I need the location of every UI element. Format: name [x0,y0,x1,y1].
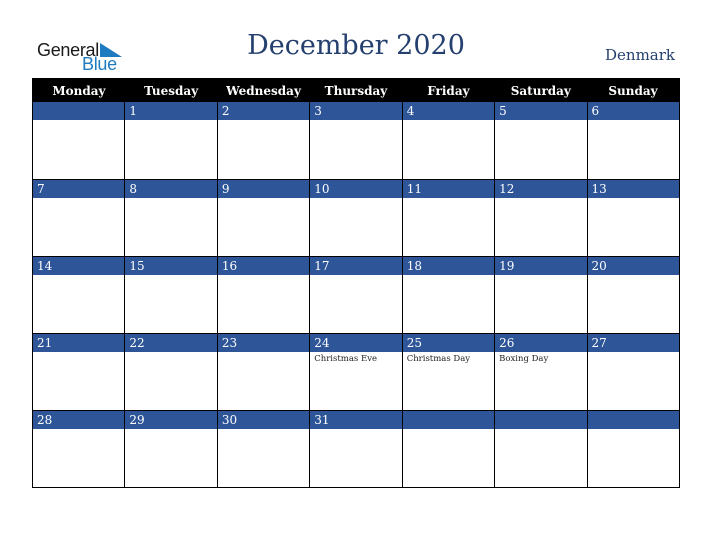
calendar-day-cell[interactable]: 12 [494,178,588,256]
calendar-day-cell[interactable]: 9 [216,178,310,256]
weekday-header: Thursday [309,78,403,102]
day-number: 7 [33,179,125,198]
weekday-header: Saturday [494,78,588,102]
calendar-week-row: 123456 [33,102,680,179]
day-number: 13 [587,179,679,198]
calendar-week-row: 14 15 16 17 18 19 20 [32,255,680,333]
day-number: 22 [125,333,217,352]
calendar-day-cell[interactable] [33,102,125,179]
weekday-header: Monday [32,78,125,102]
day-number: 17 [310,256,402,275]
calendar-day-cell[interactable]: 14 [32,255,125,333]
calendar-day-cell[interactable]: 18 [401,255,495,333]
calendar-day-cell[interactable]: 15 [124,255,218,333]
calendar-day-cell[interactable]: 30 [216,409,310,487]
day-number: 28 [33,410,125,429]
calendar-day-cell[interactable]: 5 [494,102,588,179]
day-number: 3 [310,102,402,120]
calendar-grid: Monday Tuesday Wednesday Thursday Friday… [32,78,680,488]
weekday-header: Tuesday [124,78,218,102]
calendar-day-cell[interactable]: 26 Boxing Day [494,332,588,410]
day-number: 30 [217,410,310,429]
calendar-day-cell[interactable]: 17 [309,255,403,333]
calendar-day-cell[interactable]: 21 [32,332,125,410]
holiday-label: Boxing Day [499,353,549,364]
calendar-day-cell[interactable]: 16 [216,255,310,333]
calendar-week-row: 28 29 30 31 [32,409,680,487]
calendar-day-cell[interactable]: 7 [32,178,125,256]
day-number [495,410,587,429]
calendar-day-cell[interactable]: 3 [309,102,403,179]
day-number: 23 [217,333,310,352]
day-number: 25 [402,333,495,352]
calendar-day-cell[interactable] [401,409,495,487]
calendar-day-cell[interactable]: 2 [216,102,310,179]
day-number: 5 [495,102,587,120]
day-number: 24 [310,333,402,352]
day-number: 10 [310,179,402,198]
calendar-day-cell[interactable]: 22 [124,332,218,410]
holiday-label: Christmas Eve [314,353,378,364]
day-number: 4 [402,102,495,120]
calendar-day-cell[interactable]: 20 [586,255,680,333]
calendar-day-cell[interactable]: 24 Christmas Eve [309,332,403,410]
day-number: 11 [402,179,495,198]
day-number: 26 [495,333,587,352]
day-number: 29 [125,410,217,429]
day-number: 12 [495,179,587,198]
day-number: 15 [125,256,217,275]
day-number: 20 [587,256,679,275]
weekday-header-row: Monday Tuesday Wednesday Thursday Friday… [32,78,680,102]
day-number: 2 [217,102,310,120]
calendar-day-cell[interactable]: 29 [124,409,218,487]
day-number: 6 [587,102,679,120]
day-number: 21 [33,333,125,352]
day-number: 14 [33,256,125,275]
calendar-week-row: 21 22 23 24 Christmas Eve 25 Christmas Day 26 Bo… [32,332,680,410]
calendar-day-cell[interactable]: 11 [401,178,495,256]
day-number [402,410,495,429]
calendar-day-cell[interactable]: 6 [586,102,680,179]
calendar-day-cell[interactable]: 25 Christmas Day [401,332,495,410]
day-number: 18 [402,256,495,275]
calendar-day-cell[interactable]: 28 [32,409,125,487]
weekday-header: Wednesday [217,78,310,102]
calendar-day-cell[interactable]: 1 [124,102,218,179]
calendar-day-cell[interactable]: 31 [309,409,403,487]
holiday-label: Christmas Day [406,353,471,364]
calendar-day-cell[interactable]: 4 [401,102,495,179]
calendar-day-cell[interactable]: 8 [124,178,218,256]
day-number: 9 [217,179,310,198]
day-number: 1 [125,102,217,120]
day-number [587,410,679,429]
calendar-week-row: 7 8 9 10 11 12 13 [32,178,680,256]
day-number: 31 [310,410,402,429]
day-number: 19 [495,256,587,275]
calendar-day-cell[interactable]: 10 [309,178,403,256]
day-number: 27 [587,333,679,352]
day-number: 16 [217,256,310,275]
weekday-header: Friday [402,78,495,102]
calendar-day-cell[interactable] [494,409,588,487]
calendar-day-cell[interactable]: 23 [216,332,310,410]
weekday-header: Sunday [587,78,680,102]
calendar-day-cell[interactable]: 27 [586,332,680,410]
calendar-day-cell[interactable] [586,409,680,487]
day-number [33,102,125,120]
country-label: Denmark [605,46,675,64]
calendar-day-cell[interactable]: 13 [586,178,680,256]
calendar-day-cell[interactable]: 19 [494,255,588,333]
day-number: 8 [125,179,217,198]
